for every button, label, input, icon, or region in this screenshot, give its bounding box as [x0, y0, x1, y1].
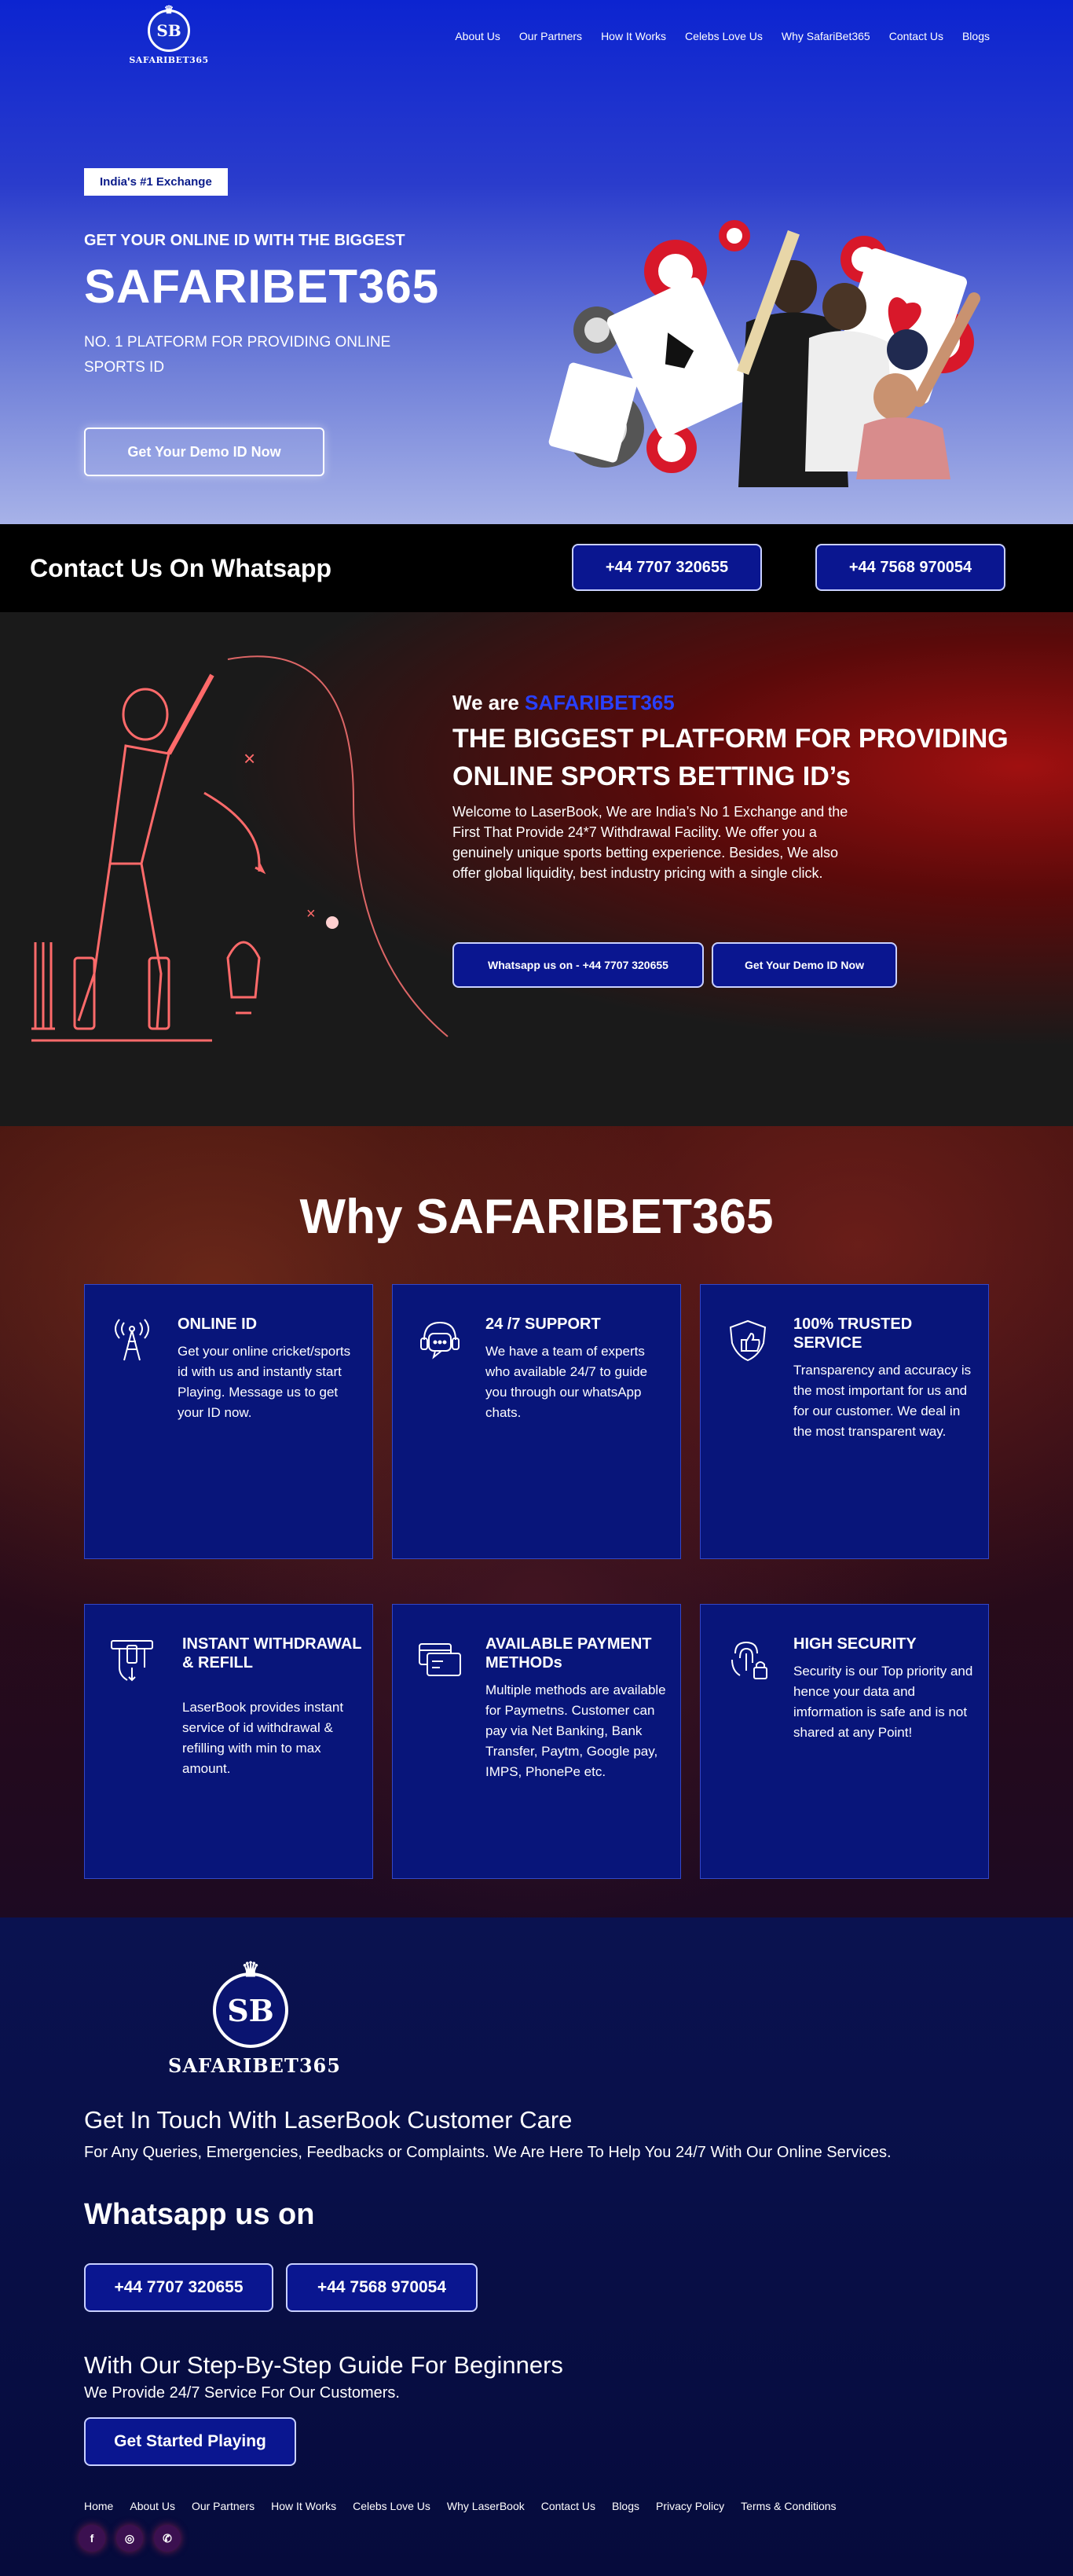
nav-why-safaribet365[interactable]: Why SafariBet365 — [782, 30, 870, 42]
crown-icon: ♛ — [163, 4, 174, 17]
card-body: Multiple methods are available for Payme… — [485, 1682, 666, 1779]
hero-badge: India's #1 Exchange — [84, 168, 228, 196]
antenna-icon — [115, 1319, 149, 1361]
feature-card-online-id: ONLINE ID Get your online cricket/sports… — [84, 1284, 373, 1559]
about-buttons: Whatsapp us on - +44 7707 320655 Get You… — [452, 942, 897, 988]
footer-link-celebs-love-us[interactable]: Celebs Love Us — [353, 2500, 430, 2512]
footer-heading-customer-care: Get In Touch With LaserBook Customer Car… — [84, 2106, 573, 2134]
feature-card-payment: AVAILABLE PAYMENT METHODs Multiple metho… — [392, 1604, 681, 1879]
card-title: 100% TRUSTED SERVICE — [793, 1316, 913, 1352]
whatsapp-us-button[interactable]: Whatsapp us on - +44 7707 320655 — [452, 942, 704, 988]
footer-link-home[interactable]: Home — [84, 2500, 113, 2512]
nav-links: About Us Our Partners How It Works Celeb… — [455, 30, 990, 42]
about-section: × × We are SAFARIBET365 THE BIGGEST PLAT… — [0, 612, 1073, 1126]
why-section: Why SAFARIBET365 ONLINE ID Get your onli… — [0, 1126, 1073, 1917]
feature-card-security: HIGH SECURITY Security is our Top priori… — [700, 1604, 989, 1879]
logo-initials: SB — [156, 21, 181, 40]
feature-card-withdrawal: INSTANT WITHDRAWAL & REFILL LaserBook pr… — [84, 1604, 373, 1879]
whatsapp-icon[interactable]: ✆ — [154, 2525, 181, 2552]
about-demo-id-button[interactable]: Get Your Demo ID Now — [712, 942, 897, 988]
card-body: Security is our Top priority and hence y… — [793, 1664, 973, 1740]
nav-contact-us[interactable]: Contact Us — [889, 30, 943, 42]
footer-link-contact-us[interactable]: Contact Us — [541, 2500, 595, 2512]
card-body: We have a team of experts who available … — [485, 1344, 648, 1420]
nav-blogs[interactable]: Blogs — [962, 30, 990, 42]
nav-celebs-love-us[interactable]: Celebs Love Us — [685, 30, 763, 42]
payment-cards-icon — [419, 1643, 461, 1676]
whatsapp-phone-1-button[interactable]: +44 7707 320655 — [572, 544, 762, 591]
footer-text-queries: For Any Queries, Emergencies, Feedbacks … — [84, 2144, 892, 2161]
card-title: ONLINE ID — [178, 1316, 258, 1333]
card-body: Get your online cricket/sports id with u… — [178, 1344, 351, 1420]
footer-logo-badge: ♛ SB — [213, 1958, 288, 2048]
footer-text-service: We Provide 24/7 Service For Our Customer… — [84, 2384, 400, 2402]
contact-strip-title: Contact Us On Whatsapp — [30, 554, 332, 582]
svg-text:×: × — [306, 905, 316, 923]
footer-link-our-partners[interactable]: Our Partners — [192, 2500, 255, 2512]
card-title: AVAILABLE PAYMENT METHODs — [485, 1635, 652, 1671]
logo-text: SAFARIBET365 — [129, 55, 209, 65]
social-links: f ◎ ✆ — [79, 2525, 181, 2552]
whatsapp-contact-strip: Contact Us On Whatsapp +44 7707 320655 +… — [0, 524, 1073, 612]
top-nav: ♛ SB SAFARIBET365 About Us Our Partners … — [0, 0, 1073, 79]
feature-card-trusted: 100% TRUSTED SERVICE Transparency and ac… — [700, 1284, 989, 1559]
why-title: Why SAFARIBET365 — [299, 1190, 774, 1244]
logo-badge: ♛ SB — [148, 4, 190, 52]
feature-card-support: 24 /7 SUPPORT We have a team of experts … — [392, 1284, 681, 1559]
facebook-icon[interactable]: f — [79, 2525, 105, 2552]
about-description: Welcome to LaserBook, We are India’s No … — [452, 804, 848, 881]
get-started-button[interactable]: Get Started Playing — [84, 2417, 296, 2466]
instagram-icon[interactable]: ◎ — [116, 2525, 143, 2552]
crown-icon: ♛ — [241, 1958, 260, 1982]
footer-logo[interactable]: ♛ SB SAFARIBET365 — [168, 1958, 341, 2077]
footer-link-blogs[interactable]: Blogs — [612, 2500, 639, 2512]
hero-description: NO. 1 PLATFORM FOR PROVIDING ONLINE SPOR… — [84, 334, 391, 376]
nav-about-us[interactable]: About Us — [455, 30, 500, 42]
shield-thumb-icon — [729, 1319, 767, 1362]
nav-how-it-works[interactable]: How It Works — [601, 30, 666, 42]
hero-illustration — [548, 220, 980, 487]
card-title: 24 /7 SUPPORT — [485, 1316, 601, 1333]
whatsapp-phone-2-button[interactable]: +44 7568 970054 — [815, 544, 1005, 591]
footer-link-about-us[interactable]: About Us — [130, 2500, 175, 2512]
nav-our-partners[interactable]: Our Partners — [519, 30, 582, 42]
footer-heading-guide: With Our Step-By-Step Guide For Beginner… — [84, 2351, 563, 2379]
about-title: THE BIGGEST PLATFORM FOR PROVIDING ONLIN… — [452, 724, 1009, 791]
footer-logo-text: SAFARIBET365 — [168, 2054, 341, 2077]
we-are-label: We are — [452, 691, 519, 714]
footer-phone-1-button[interactable]: +44 7707 320655 — [84, 2263, 273, 2312]
site-logo[interactable]: ♛ SB SAFARIBET365 — [126, 4, 212, 65]
withdrawal-icon — [111, 1640, 153, 1682]
cricket-neon-illustration: × × — [31, 655, 449, 1042]
footer-link-terms[interactable]: Terms & Conditions — [741, 2500, 836, 2512]
svg-text:×: × — [244, 747, 255, 770]
support-headset-icon — [420, 1321, 460, 1360]
demo-id-button[interactable]: Get Your Demo ID Now — [84, 427, 324, 476]
hero-subtitle: GET YOUR ONLINE ID WITH THE BIGGEST — [84, 232, 405, 249]
footer-section: ♛ SB SAFARIBET365 Get In Touch With Lase… — [0, 1917, 1073, 2576]
card-body: Transparency and accuracy is the most im… — [793, 1363, 972, 1439]
card-title: HIGH SECURITY — [793, 1635, 917, 1653]
brand-highlight: SAFARIBET365 — [525, 691, 675, 714]
card-body: LaserBook provides instant service of id… — [182, 1700, 344, 1776]
hero-section: ♛ SB SAFARIBET365 About Us Our Partners … — [0, 0, 1073, 524]
footer-links: Home About Us Our Partners How It Works … — [84, 2500, 837, 2512]
fingerprint-lock-icon — [731, 1641, 767, 1679]
footer-logo-initials: SB — [227, 1992, 274, 2028]
footer-link-how-it-works[interactable]: How It Works — [271, 2500, 336, 2512]
footer-phone-2-button[interactable]: +44 7568 970054 — [286, 2263, 478, 2312]
footer-heading-whatsapp: Whatsapp us on — [84, 2198, 315, 2231]
card-title: INSTANT WITHDRAWAL & REFILL — [182, 1635, 362, 1671]
footer-link-privacy-policy[interactable]: Privacy Policy — [656, 2500, 724, 2512]
hero-title: SAFARIBET365 — [84, 260, 440, 313]
about-text-block: We are SAFARIBET365 THE BIGGEST PLATFORM… — [452, 691, 1018, 883]
about-heading: We are SAFARIBET365 — [452, 691, 1018, 715]
footer-link-why-laserbook[interactable]: Why LaserBook — [447, 2500, 525, 2512]
